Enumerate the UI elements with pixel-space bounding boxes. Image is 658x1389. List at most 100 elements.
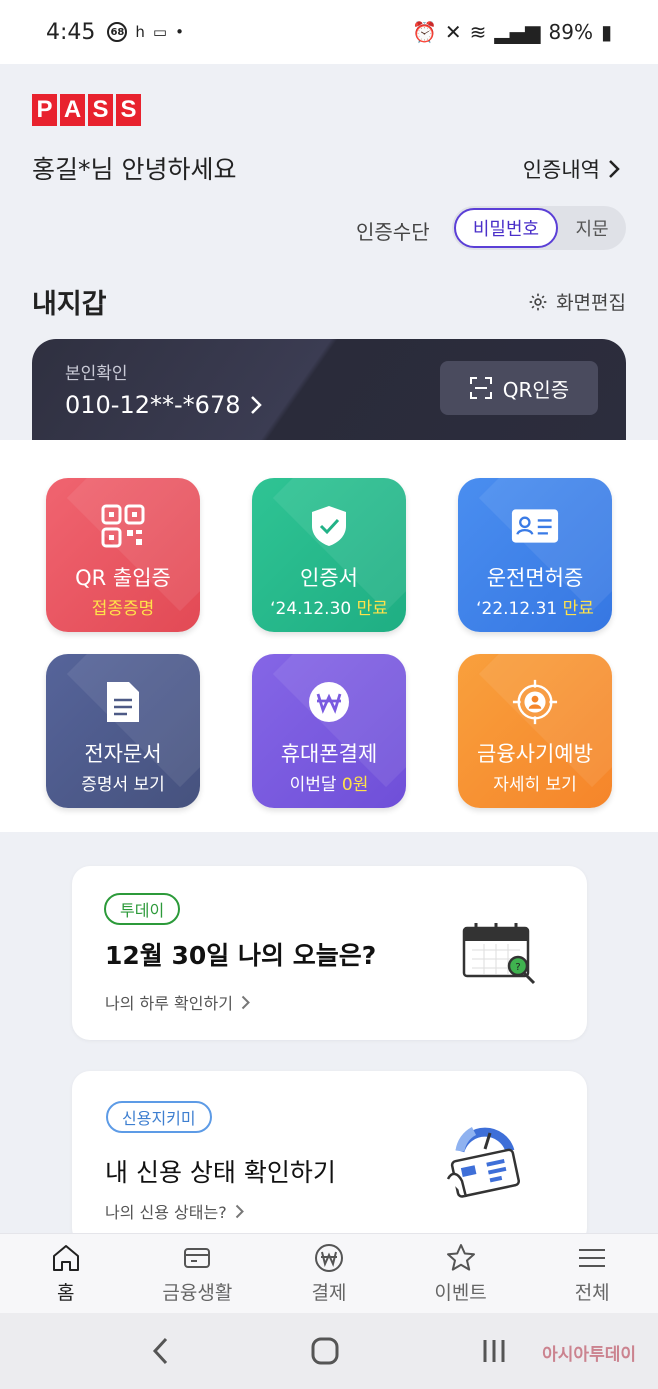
target-user-icon (511, 678, 559, 726)
id-card-number[interactable]: 010-12**-*678 (65, 391, 263, 419)
recent-apps-icon[interactable] (480, 1337, 508, 1365)
watermark: 아시아투데이 (542, 1345, 636, 1365)
id-card-icon (511, 502, 559, 550)
auth-option-password[interactable]: 비밀번호 (454, 208, 558, 248)
auth-history-link[interactable]: 인증내역 (523, 154, 620, 184)
chevron-right-icon (241, 995, 250, 1009)
tile-subtitle: 증명서 보기 (46, 770, 200, 795)
pass-logo: P A S S (32, 94, 141, 126)
auth-history-label: 인증내역 (522, 158, 600, 182)
credit-card-link[interactable]: 나의 신용 상태는? (105, 1199, 244, 1223)
tile-sub-highlight: 만료 (356, 599, 388, 619)
svg-text:?: ? (515, 962, 520, 973)
nav-event[interactable]: 이벤트 (395, 1234, 527, 1313)
qr-scan-icon (469, 377, 492, 399)
wallet-title: 내지갑 (32, 289, 107, 320)
nav-finance[interactable]: 금융생활 (132, 1234, 264, 1313)
card-icon (184, 1248, 211, 1268)
chevron-right-icon (251, 396, 263, 414)
tile-sub-text: 이번달 (289, 775, 342, 795)
tile-subtitle: ‘22.12.31 만료 (458, 594, 612, 619)
logo-letter: S (116, 94, 141, 126)
tile-qr-pass[interactable]: QR 출입증 접종증명 (46, 478, 200, 632)
tile-mobile-payment[interactable]: 휴대폰결제 이번달 0원 (252, 654, 406, 808)
tile-fraud-prevention[interactable]: 금융사기예방 자세히 보기 (458, 654, 612, 808)
signal-icon: ▂▄▆ (494, 20, 541, 44)
tile-title: 금융사기예방 (477, 742, 593, 766)
battery-level: 89% (548, 20, 593, 44)
today-card-link-label: 나의 하루 확인하기 (105, 994, 233, 1013)
today-card[interactable]: 투데이 12월 30일 나의 오늘은? 나의 하루 확인하기 ? (72, 866, 587, 1040)
back-icon[interactable] (150, 1336, 170, 1366)
tile-subtitle: 자세히 보기 (458, 770, 612, 795)
tile-title: 운전면허증 (486, 566, 584, 590)
screen-edit-button[interactable]: 화면편집 (528, 288, 626, 315)
today-badge: 투데이 (104, 893, 181, 925)
identity-card[interactable]: 본인확인 010-12**-*678 QR인증 (32, 339, 626, 440)
nav-home[interactable]: 홈 (0, 1234, 132, 1313)
credit-badge: 신용지키미 (106, 1101, 212, 1133)
tile-sub-text: ‘24.12.30 (270, 599, 357, 619)
logo-letter: S (88, 94, 113, 126)
auth-option-fingerprint[interactable]: 지문 (560, 206, 624, 250)
id-card-label: 본인확인 (65, 364, 128, 384)
nav-payment[interactable]: 결제 (263, 1234, 395, 1313)
header: P A S S 홍길*님 안녕하세요 인증내역 인증수단 비밀번호 지문 내지갑… (0, 64, 658, 440)
tile-subtitle: 이번달 0원 (252, 770, 406, 795)
document-icon (99, 678, 147, 726)
battery-icon: ▮ (600, 20, 612, 44)
tile-driver-license[interactable]: 운전면허증 ‘22.12.31 만료 (458, 478, 612, 632)
nav-label: 결제 (311, 1282, 347, 1304)
mute-icon: ✕ (444, 20, 462, 44)
greeting-text: 홍길*님 안녕하세요 (32, 155, 237, 184)
tile-sub-text: ‘22.12.31 (476, 599, 563, 619)
status-bar: 4:45 68 h ▭ • ⏰ ✕ ≋ ▂▄▆ 89% ▮ (0, 0, 658, 64)
tile-subtitle: ‘24.12.30 만료 (252, 594, 406, 619)
status-time: 4:45 (46, 19, 96, 45)
tile-title: 전자문서 (84, 742, 162, 766)
auth-method-label: 인증수단 (356, 220, 430, 244)
shield-check-icon (305, 502, 353, 550)
wifi-icon: ≋ (469, 20, 487, 44)
notification-badge-icon: 68 (107, 22, 128, 42)
tile-title: 인증서 (300, 566, 358, 590)
h-notification-icon: h (135, 23, 145, 41)
won-icon (305, 678, 353, 726)
calendar-search-icon: ? (462, 920, 542, 994)
today-card-link[interactable]: 나의 하루 확인하기 (105, 990, 250, 1014)
credit-card[interactable]: 신용지키미 내 신용 상태 확인하기 나의 신용 상태는? (72, 1071, 587, 1246)
tile-e-document[interactable]: 전자문서 증명서 보기 (46, 654, 200, 808)
tile-subtitle: 접종증명 (46, 594, 200, 619)
tile-sub-text: 증명서 보기 (81, 775, 165, 795)
home-icon (52, 1245, 79, 1271)
chevron-right-icon (235, 1204, 244, 1218)
status-left-icons: 68 h ▭ • (107, 22, 184, 42)
gear-icon (529, 293, 547, 310)
logo-letter: A (60, 94, 85, 126)
credit-card-link-label: 나의 신용 상태는? (105, 1203, 227, 1222)
qr-code-icon (99, 502, 147, 550)
star-icon (446, 1244, 475, 1271)
nav-label: 홈 (57, 1282, 75, 1304)
tile-certificate[interactable]: 인증서 ‘24.12.30 만료 (252, 478, 406, 632)
qr-auth-button[interactable]: QR인증 (440, 361, 598, 415)
tile-sub-highlight: 0원 (341, 775, 369, 795)
tile-sub-text: 자세히 보기 (493, 775, 577, 795)
credit-card-title: 내 신용 상태 확인하기 (105, 1158, 336, 1187)
tile-sub-highlight: 만료 (562, 599, 594, 619)
home-button-icon[interactable] (310, 1336, 340, 1366)
nav-label: 전체 (574, 1282, 610, 1304)
status-right-icons: ⏰ ✕ ≋ ▂▄▆ 89% ▮ (412, 20, 612, 44)
chevron-right-icon (609, 160, 620, 178)
service-grid: QR 출입증 접종증명 인증서 ‘24.12.30 만료 운전면허증 ‘22.1… (0, 440, 658, 832)
auth-method-toggle[interactable]: 비밀번호 지문 (452, 206, 626, 250)
qr-auth-label: QR인증 (502, 377, 570, 402)
logo-letter: P (32, 94, 57, 126)
nav-all[interactable]: 전체 (526, 1234, 658, 1313)
tile-title: QR 출입증 (75, 566, 171, 590)
dot-icon: • (175, 23, 184, 41)
tile-title: 휴대폰결제 (280, 742, 378, 766)
phone-number: 010-12**-*678 (65, 391, 241, 419)
bottom-nav: 홈 금융생활 결제 이벤트 전체 (0, 1233, 658, 1313)
screen-edit-label: 화면편집 (556, 292, 626, 314)
